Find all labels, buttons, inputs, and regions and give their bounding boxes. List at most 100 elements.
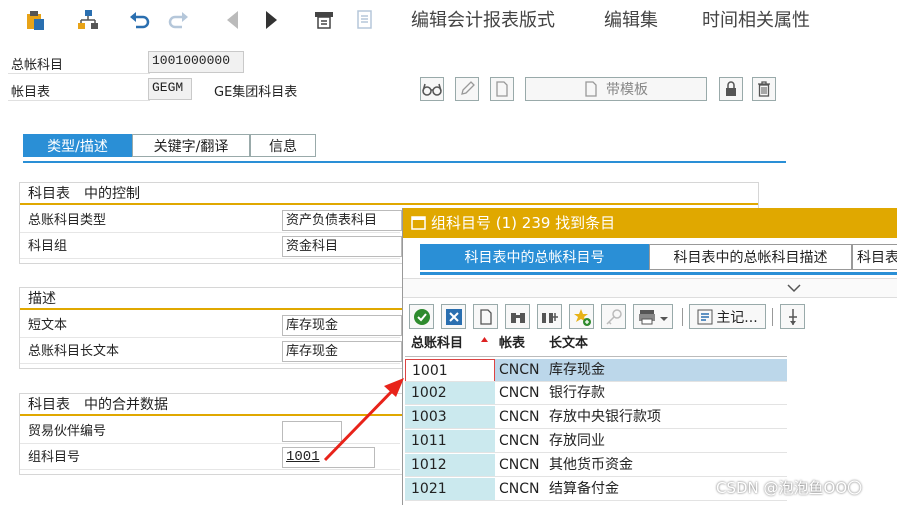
sort-icon[interactable] — [780, 304, 805, 329]
trading-partner-label: 贸易伙伴编号 — [28, 424, 107, 439]
collapse-bar[interactable] — [403, 278, 897, 298]
header-divider — [405, 356, 787, 357]
row-divider — [405, 404, 787, 405]
column-header-long-text[interactable]: 长文本 — [543, 332, 787, 356]
print-settings-icon[interactable] — [311, 7, 337, 33]
trash-icon[interactable] — [752, 77, 776, 101]
menu-edit-set[interactable]: 编辑集 — [604, 6, 658, 32]
popup-tab-chart[interactable]: 科目表 — [852, 244, 897, 270]
row-divider — [405, 500, 787, 501]
cell-chart: CNCN — [499, 481, 540, 497]
next-icon[interactable] — [258, 7, 284, 33]
cell-long-text: 存放同业 — [549, 433, 605, 449]
hierarchy-icon[interactable] — [75, 7, 101, 33]
field-row: 总账科目长文本 库存现金 — [20, 340, 402, 364]
sap-window: { "toolbar": { "menu_items": ["编辑会计报表版式"… — [0, 0, 897, 505]
template-button[interactable]: 带模板 — [525, 77, 707, 101]
sort-ascending-icon — [481, 337, 488, 342]
divider — [20, 469, 400, 470]
divider — [20, 258, 400, 259]
short-text-field[interactable]: 库存现金 — [282, 315, 402, 336]
cell-account[interactable]: 1003 — [405, 406, 495, 429]
cell-chart: CNCN — [499, 409, 540, 425]
tab-underline — [23, 161, 786, 163]
table-row[interactable]: 1012 CNCN 其他货币资金 — [405, 454, 787, 477]
account-type-label: 总账科目类型 — [28, 213, 107, 228]
field-row: 短文本 库存现金 — [20, 314, 402, 338]
chart-of-accounts-field[interactable]: GEGM — [148, 78, 192, 100]
tab-type-description[interactable]: 类型/描述 — [23, 134, 132, 157]
divider — [8, 73, 150, 74]
cancel-button[interactable] — [441, 304, 466, 329]
cell-account[interactable]: 1001 — [405, 359, 495, 382]
trading-partner-field[interactable] — [282, 421, 342, 442]
cell-chart: CNCN — [499, 362, 540, 378]
previous-icon — [220, 7, 246, 33]
account-group-field[interactable]: 资金科目 — [282, 236, 402, 257]
gl-account-field[interactable]: 1001000000 — [148, 51, 244, 73]
lock-icon[interactable] — [719, 77, 743, 101]
cell-account[interactable]: 1021 — [405, 478, 495, 501]
glasses-icon[interactable] — [420, 77, 444, 101]
menu-edit-report-layout[interactable]: 编辑会计报表版式 — [411, 6, 555, 32]
group-account-field[interactable]: 1001 — [282, 447, 375, 468]
field-row: 总账科目类型 资产负债表科目 — [20, 209, 402, 233]
popup-tab-account-description[interactable]: 科目表中的总帐科目描述 — [649, 244, 852, 270]
tab-keyword-translation[interactable]: 关键字/翻译 — [132, 134, 250, 157]
toolbar-separator — [682, 308, 683, 326]
popup-tab-underline — [420, 272, 897, 275]
find-next-icon[interactable] — [537, 304, 562, 329]
menu-time-attributes[interactable]: 时间相关属性 — [702, 6, 810, 32]
cell-long-text: 其他货币资金 — [549, 457, 633, 473]
field-row: 组科目号 1001 — [20, 446, 400, 470]
document-icon — [352, 7, 378, 33]
account-type-field[interactable]: 资产负债表科目 — [282, 210, 402, 231]
account-group-label: 科目组 — [28, 239, 68, 254]
cell-chart: CNCN — [499, 433, 540, 449]
chart-of-accounts-label: 帐目表 — [11, 85, 51, 100]
long-text-field[interactable]: 库存现金 — [282, 341, 402, 362]
cell-account[interactable]: 1011 — [405, 430, 495, 453]
cell-account[interactable]: 1002 — [405, 382, 495, 405]
group-account-label: 组科目号 — [28, 450, 81, 465]
print-menu-icon[interactable] — [633, 304, 673, 329]
table-row[interactable]: 1003 CNCN 存放中央银行款项 — [405, 406, 787, 429]
toolbar-separator — [772, 308, 773, 326]
gl-account-label: 总帐科目 — [11, 58, 64, 73]
popup-tab-account-number[interactable]: 科目表中的总帐科目号 — [420, 244, 649, 270]
confirm-button[interactable] — [409, 304, 434, 329]
cell-long-text: 库存现金 — [549, 362, 605, 378]
divider — [20, 363, 400, 364]
long-text-label: 总账科目长文本 — [28, 344, 120, 359]
main-record-label: 主记... — [716, 309, 758, 326]
table-row[interactable]: 1002 CNCN 银行存款 — [405, 382, 787, 405]
tab-information[interactable]: 信息 — [250, 134, 316, 157]
column-header-chart[interactable]: 帐表 — [493, 332, 543, 356]
divider — [20, 443, 400, 444]
main-record-button[interactable]: 主记... — [689, 304, 766, 329]
group-title: 科目表 中的控制 — [20, 183, 758, 205]
cell-long-text: 存放中央银行款项 — [549, 409, 661, 425]
table-row[interactable]: 1011 CNCN 存放同业 — [405, 430, 787, 453]
clipboard-icon[interactable] — [22, 7, 48, 33]
popup-title: 组科目号 (1) 239 找到条目 — [403, 208, 897, 238]
divider — [20, 232, 400, 233]
pencil-icon[interactable] — [455, 77, 479, 101]
divider — [8, 100, 150, 101]
chevron-down-icon[interactable] — [787, 284, 801, 293]
undo-icon[interactable] — [126, 7, 152, 33]
document-icon[interactable] — [473, 304, 498, 329]
row-divider — [405, 428, 787, 429]
cell-chart: CNCN — [499, 385, 540, 401]
column-header-account[interactable]: 总账科目 — [405, 332, 497, 356]
favorite-add-icon[interactable] — [569, 304, 594, 329]
cell-account[interactable]: 1012 — [405, 454, 495, 477]
field-row: 科目组 资金科目 — [20, 235, 402, 259]
new-document-icon[interactable] — [490, 77, 514, 101]
table-row[interactable]: 1001 CNCN 库存现金 — [405, 359, 787, 382]
template-button-label: 带模板 — [606, 82, 648, 98]
chart-of-accounts-description: GE集团科目表 — [214, 85, 298, 100]
binoculars-icon[interactable] — [505, 304, 530, 329]
cell-long-text: 银行存款 — [549, 385, 605, 401]
redo-icon — [166, 7, 192, 33]
